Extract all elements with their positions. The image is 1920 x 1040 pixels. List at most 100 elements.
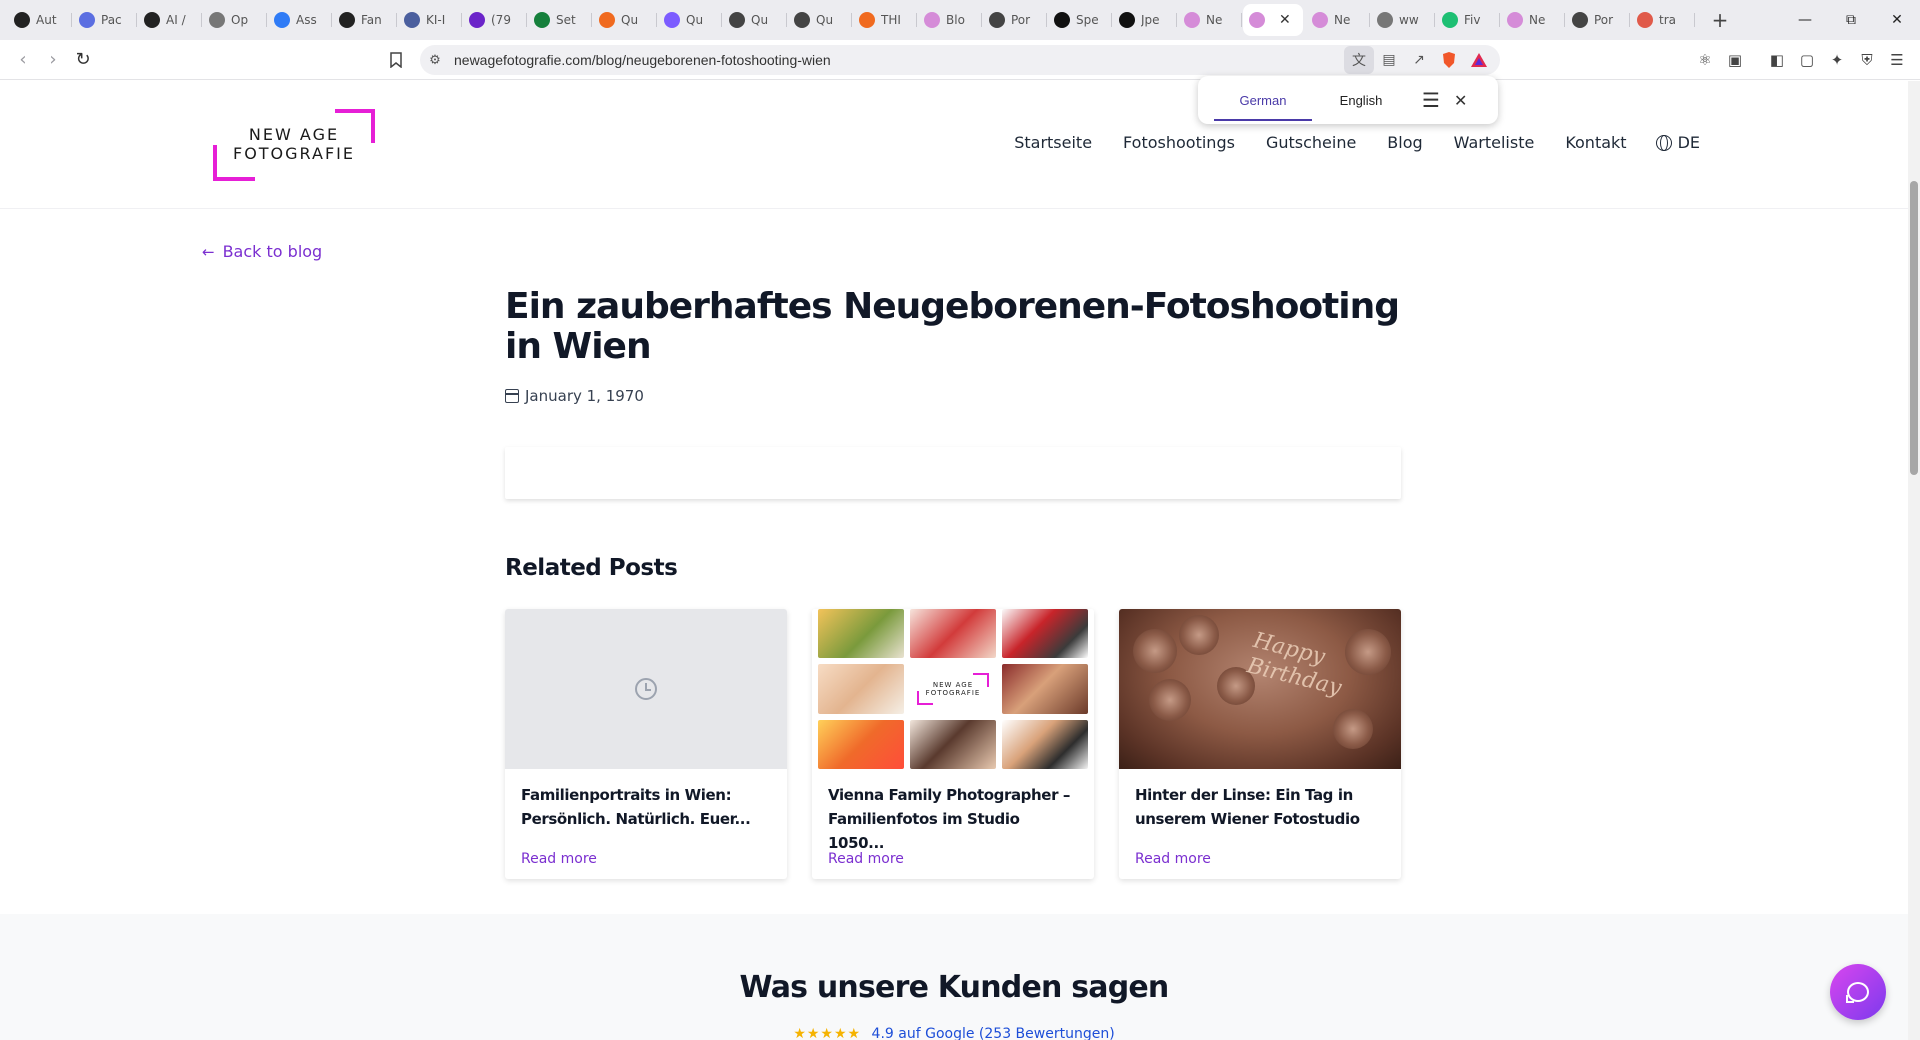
browser-tab[interactable]: Fiv [1436,4,1500,36]
tab-title: Spe [1076,13,1099,27]
close-tab-icon[interactable]: ✕ [1279,12,1291,28]
site-info-icon[interactable]: ⚙ [420,53,450,68]
browser-tab[interactable]: Qu [723,4,787,36]
openai-icon [794,12,810,28]
address-bar[interactable]: ⚙ newagefotografie.com/blog/neugeborenen… [420,45,1500,75]
tab-title: Ne [1334,13,1351,27]
browser-tab[interactable]: ww [1371,4,1435,36]
related-post-card[interactable]: NEW AGE FOTOGRAFIE Vienna Family Photogr… [812,609,1094,879]
rating-stars-icon: ★★★★★ [793,1026,862,1040]
fiverr-icon [1442,12,1458,28]
browser-tab[interactable]: Jpe [1113,4,1177,36]
toolbar-right-actions: ⚛ ▣ ◧ ▢ ✦ ⛨ ☰ [1690,45,1912,75]
browser-tab[interactable]: Qu [658,4,722,36]
translate-close-icon[interactable]: ✕ [1454,91,1467,110]
sidebar-toggle-icon[interactable]: ◧ [1762,45,1792,75]
collage-photo [1002,719,1088,769]
collage-photo [910,719,996,769]
translate-target-tab[interactable]: English [1312,81,1410,121]
browser-tab[interactable]: Ne [1306,4,1370,36]
brave-shields-icon[interactable] [1434,46,1464,74]
reload-icon[interactable]: ↻ [68,45,98,75]
chat-button[interactable] [1830,964,1886,1020]
nav-warteliste[interactable]: Warteliste [1454,133,1535,152]
related-post-card[interactable]: Happy Birthday Hinter der Linse: Ein Tag… [1119,609,1401,879]
back-nav-icon[interactable]: ‹ [8,45,38,75]
bookmark-icon[interactable] [386,48,406,72]
leo-ai-icon[interactable]: ✦ [1822,45,1852,75]
browser-tab-active[interactable]: ✕ [1243,4,1303,36]
tab-title: Set [556,13,576,27]
nav-blog[interactable]: Blog [1387,133,1422,152]
read-more-link[interactable]: Read more [1135,851,1211,867]
browser-tab[interactable]: Fan [333,4,397,36]
related-post-title[interactable]: Familienportraits in Wien: Persönlich. N… [521,783,773,831]
rating-text[interactable]: 4.9 auf Google (253 Bewertungen) [872,1026,1115,1040]
tab-title: Qu [816,13,834,27]
nav-kontakt[interactable]: Kontakt [1565,133,1626,152]
new-tab-button[interactable]: + [1708,8,1732,32]
browser-tab[interactable]: (79 [463,4,527,36]
translate-source-tab[interactable]: German [1214,81,1312,121]
browser-tab[interactable]: Ne [1178,4,1242,36]
translate-icon[interactable]: 文 [1344,46,1374,74]
language-switcher[interactable]: DE [1655,133,1700,152]
browser-tab[interactable]: tra [1631,4,1695,36]
browser-tab[interactable]: Ne [1501,4,1565,36]
vpn-icon[interactable]: ⛨ [1852,45,1882,75]
share-icon[interactable]: ↗ [1404,46,1434,74]
browser-tab[interactable]: Qu [788,4,852,36]
tab-title: tra [1659,13,1676,27]
browser-tab[interactable]: Pac [73,4,137,36]
tab-title: Qu [621,13,639,27]
page-icon [1507,12,1523,28]
wallet-icon[interactable]: ▢ [1792,45,1822,75]
browser-tab[interactable]: Qu [593,4,657,36]
related-post-title[interactable]: Vienna Family Photographer – Familienfot… [828,783,1080,855]
browser-tab[interactable]: Por [983,4,1047,36]
scrollbar-thumb[interactable] [1910,181,1918,475]
browser-tab[interactable]: Aut [8,4,72,36]
post-content-card [505,447,1401,499]
browser-tab[interactable]: KI-I [398,4,462,36]
tab-title: Qu [686,13,704,27]
browser-tab[interactable]: Spe [1048,4,1112,36]
tab-list: Aut Pac AI / Op Ass Fan KI-I (79 Set Qu Qu Qu Qu THI B… [8,4,1696,36]
browser-tab[interactable]: Ass [268,4,332,36]
minimize-button[interactable]: — [1782,0,1828,40]
menu-icon[interactable]: ☰ [1882,45,1912,75]
nav-fotoshootings[interactable]: Fotoshootings [1123,133,1235,152]
page-scrollbar[interactable] [1908,81,1920,1040]
browser-tab[interactable]: THI [853,4,917,36]
screenshot-icon[interactable]: ▣ [1720,45,1750,75]
browser-tab[interactable]: AI / [138,4,202,36]
globe-icon [1655,134,1672,151]
read-more-link[interactable]: Read more [521,851,597,867]
nav-gutscheine[interactable]: Gutscheine [1266,133,1356,152]
related-post-card[interactable]: Familienportraits in Wien: Persönlich. N… [505,609,787,879]
tab-title: KI-I [426,13,446,27]
grid-icon [599,12,615,28]
restore-button[interactable]: ⧉ [1828,0,1874,40]
google-rating[interactable]: ★★★★★ 4.9 auf Google (253 Bewertungen) [0,1026,1908,1040]
forward-nav-icon[interactable]: › [38,45,68,75]
nav-startseite[interactable]: Startseite [1014,133,1092,152]
site-logo[interactable]: NEW AGE FOTOGRAFIE [213,109,375,181]
related-post-title[interactable]: Hinter der Linse: Ein Tag in unserem Wie… [1135,783,1387,831]
url-text[interactable]: newagefotografie.com/blog/neugeborenen-f… [454,52,831,68]
reader-mode-icon[interactable]: ▤ [1374,46,1404,74]
tab-title: Fan [361,13,382,27]
tab-title: Ne [1206,13,1223,27]
browser-tab[interactable]: Op [203,4,267,36]
window-controls: — ⧉ ✕ [1782,0,1920,40]
browser-tab[interactable]: Por [1566,4,1630,36]
back-to-blog-link[interactable]: ← Back to blog [202,242,322,261]
browser-tab[interactable]: Set [528,4,592,36]
brave-rewards-icon[interactable] [1464,46,1494,74]
translate-options-icon[interactable]: ☰ [1422,88,1440,112]
browser-tab[interactable]: Blo [918,4,982,36]
close-window-button[interactable]: ✕ [1874,0,1920,40]
read-more-link[interactable]: Read more [828,851,904,867]
extensions-icon[interactable]: ⚛ [1690,45,1720,75]
tab-title: Por [1594,13,1614,27]
